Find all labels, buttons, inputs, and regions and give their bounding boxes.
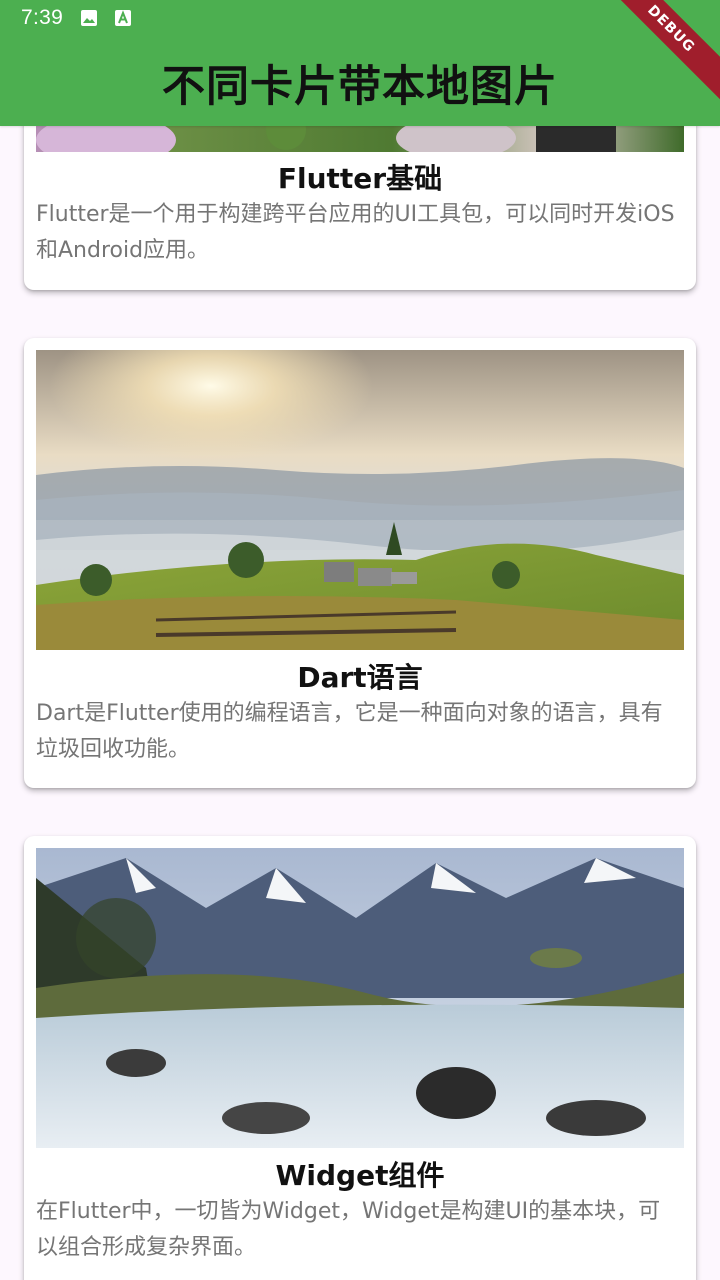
image-icon — [80, 9, 98, 27]
card-image-mountain-river — [36, 848, 684, 1148]
card-title: Flutter基础 — [277, 162, 443, 195]
text-a-icon — [114, 9, 132, 27]
status-bar: 7:39 — [0, 0, 720, 38]
app-bar: 不同卡片带本地图片 — [0, 38, 720, 126]
card-dart-language[interactable]: Dart语言 Dart是Flutter使用的编程语言，它是一种面向对象的语言，具… — [24, 338, 696, 788]
app-screen: 7:39 不同卡片带本地图片 DEBUG Flutter基础 Flutter是一… — [0, 0, 720, 1280]
card-description: Dart是Flutter使用的编程语言，它是一种面向对象的语言，具有垃圾回收功能… — [36, 701, 663, 762]
status-time: 7:39 — [21, 6, 64, 29]
card-description: Flutter是一个用于构建跨平台应用的UI工具包，可以同时开发iOS和Andr… — [36, 202, 675, 263]
card-title: Widget组件 — [275, 1159, 445, 1192]
card-title: Dart语言 — [297, 661, 423, 694]
card-image-misty-hills — [36, 350, 684, 650]
page-title: 不同卡片带本地图片 — [162, 62, 558, 112]
card-widget-components[interactable]: Widget组件 在Flutter中，一切皆为Widget，Widget是构建U… — [24, 836, 696, 1280]
card-description: 在Flutter中，一切皆为Widget，Widget是构建UI的基本块，可以组… — [36, 1199, 661, 1260]
